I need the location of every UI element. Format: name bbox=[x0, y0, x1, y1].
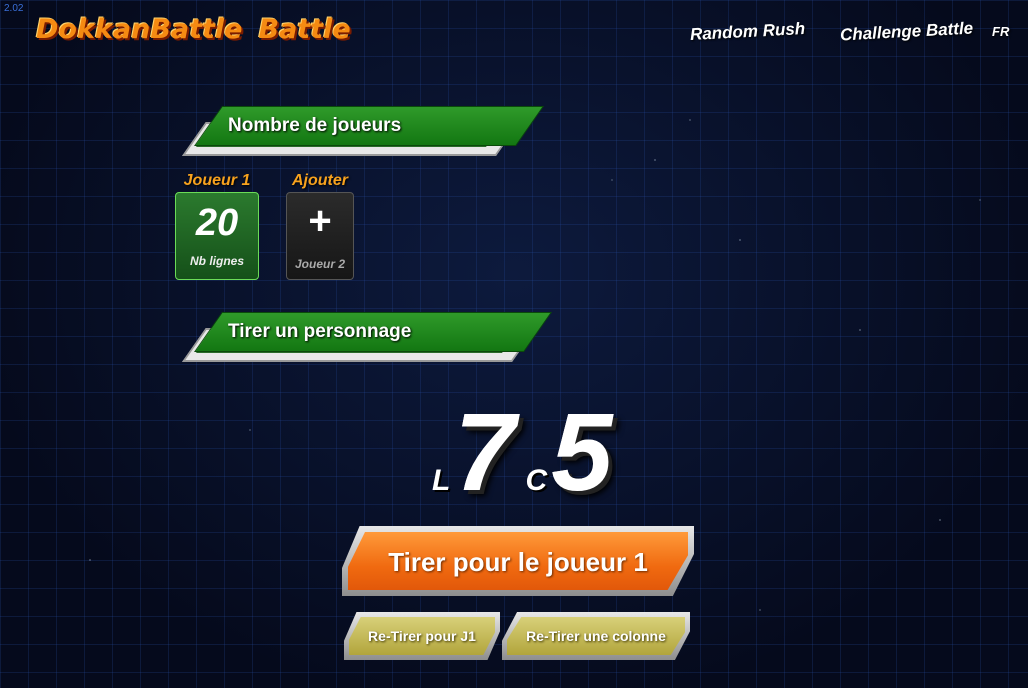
redraw-j1-label: Re-Tirer pour J1 bbox=[368, 628, 476, 644]
add-player-heading: Ajouter bbox=[292, 172, 348, 189]
version-label: 2.02 bbox=[4, 3, 24, 14]
language-selector[interactable]: FR bbox=[992, 24, 1009, 39]
redraw-column-button[interactable]: Re-Tirer une colonne bbox=[502, 612, 690, 660]
app-logo[interactable]: DokkanBattle Battle bbox=[36, 14, 367, 45]
draw-player1-label: Tirer pour le joueur 1 bbox=[388, 547, 648, 577]
plus-icon: + bbox=[308, 199, 332, 243]
draw-result: L7 C5 bbox=[428, 398, 612, 508]
draw-player1-button[interactable]: Tirer pour le joueur 1 bbox=[342, 526, 694, 596]
draw-section-title: Tirer un personnage bbox=[228, 321, 412, 342]
line-prefix: L bbox=[432, 464, 451, 497]
players-section-title: Nombre de joueurs bbox=[228, 115, 402, 136]
logo-word-2: Battle bbox=[258, 14, 351, 45]
redraw-column-label: Re-Tirer une colonne bbox=[526, 628, 666, 644]
add-player-column: Ajouter + Joueur 2 bbox=[286, 172, 354, 280]
redraw-j1-button[interactable]: Re-Tirer pour J1 bbox=[344, 612, 500, 660]
add-player-button[interactable]: + Joueur 2 bbox=[286, 192, 354, 280]
player1-column: Joueur 1 20 Nb lignes bbox=[175, 172, 259, 280]
column-prefix: C bbox=[525, 464, 548, 497]
player1-card[interactable]: 20 Nb lignes bbox=[175, 192, 259, 280]
column-value: 5 bbox=[551, 391, 613, 514]
player1-lines-label: Nb lignes bbox=[189, 254, 244, 268]
nav-random-rush[interactable]: Random Rush bbox=[690, 19, 806, 45]
player1-heading: Joueur 1 bbox=[183, 172, 251, 189]
line-value: 7 bbox=[454, 391, 516, 514]
nav-challenge-battle[interactable]: Challenge Battle bbox=[840, 19, 974, 46]
player1-lines-value: 20 bbox=[195, 202, 239, 244]
add-player-label: Joueur 2 bbox=[294, 257, 345, 271]
logo-word-1: DokkanBattle bbox=[36, 14, 243, 45]
